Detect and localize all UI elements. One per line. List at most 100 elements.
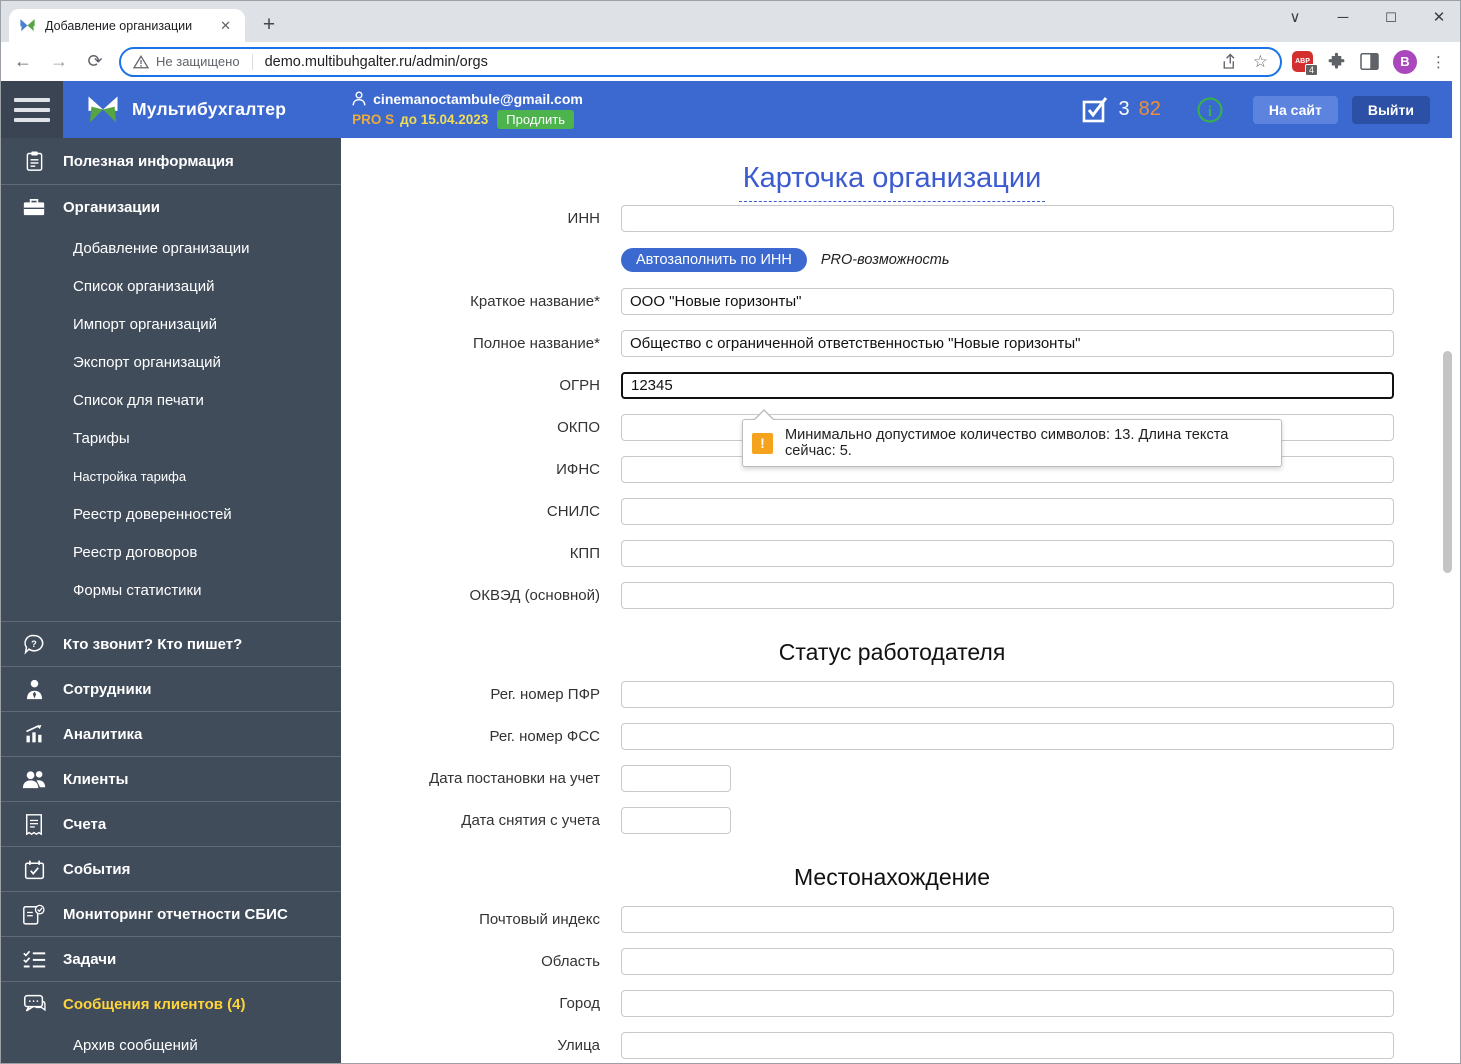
sidebar-item-tasks[interactable]: Задачи (1, 937, 341, 981)
sidebar-item-tariff-settings[interactable]: Настройка тарифа (1, 457, 341, 495)
sidebar-item-events[interactable]: События (1, 847, 341, 891)
sidebar-item-statistics-forms[interactable]: Формы статистики (1, 571, 341, 609)
postal-code-input[interactable] (621, 906, 1394, 933)
full-name-input[interactable] (621, 330, 1394, 357)
user-icon (352, 91, 366, 106)
tasks-pending-count[interactable]: 82 (1139, 98, 1161, 121)
sidebar-item-organization-list[interactable]: Список организаций (1, 267, 341, 305)
sidebar-item-add-organization[interactable]: Добавление организации (1, 229, 341, 267)
browser-tab[interactable]: Добавление организации ✕ (9, 9, 245, 42)
sidebar-item-poa-registry[interactable]: Реестр доверенностей (1, 495, 341, 533)
bookmark-star-icon[interactable]: ☆ (1253, 52, 1268, 72)
back-icon[interactable]: ← (9, 51, 37, 72)
field-label-fss: Рег. номер ФСС (489, 728, 600, 745)
tab-close-icon[interactable]: ✕ (216, 16, 235, 36)
butterfly-logo-icon (85, 95, 121, 124)
field-label-snils: СНИЛС (546, 503, 600, 520)
tasks-checkbox-icon[interactable] (1082, 95, 1109, 124)
window-maximize-icon[interactable]: ☐ (1380, 3, 1402, 33)
validation-message: Минимально допустимое количество символо… (785, 427, 1229, 459)
extensions-puzzle-icon[interactable] (1327, 52, 1346, 71)
sidebar-item-employees[interactable]: Сотрудники (1, 667, 341, 711)
brand-name: Мультибухгалтер (132, 99, 287, 119)
not-secure-icon[interactable] (133, 54, 149, 69)
field-label-deregistration-date: Дата снятия с учета (461, 812, 600, 829)
page-scrollbar (1443, 138, 1452, 1063)
sidebar-item-print-list[interactable]: Список для печати (1, 381, 341, 419)
side-panel-icon[interactable] (1360, 53, 1379, 70)
scrollbar-thumb[interactable] (1443, 351, 1452, 573)
share-icon[interactable] (1220, 53, 1239, 71)
pfr-reg-input[interactable] (621, 681, 1394, 708)
autofill-by-inn-button[interactable]: Автозаполнить по ИНН (621, 247, 807, 272)
hamburger-menu-icon[interactable] (1, 81, 63, 138)
renew-button[interactable]: Продлить (497, 109, 574, 129)
sidebar-item-organizations[interactable]: Организации (1, 185, 341, 229)
sidebar-item-sbis-monitoring[interactable]: Мониторинг отчетности СБИС (1, 892, 341, 936)
sidebar-item-message-archive[interactable]: Архив сообщений (1, 1026, 341, 1063)
chart-icon (22, 724, 46, 744)
adblock-icon[interactable]: ABP 4 (1292, 51, 1318, 76)
sidebar-item-useful-info[interactable]: Полезная информация (1, 138, 341, 184)
plan-expiry: до 15.04.2023 (400, 111, 489, 127)
validation-tooltip: ! Минимально допустимое количество симво… (742, 409, 1282, 467)
svg-text:i: i (1208, 104, 1212, 120)
reload-icon[interactable]: ⟳ (81, 51, 109, 72)
profile-avatar[interactable]: B (1393, 49, 1417, 74)
street-input[interactable] (621, 1032, 1394, 1059)
sidebar-item-contracts-registry[interactable]: Реестр договоров (1, 533, 341, 571)
new-tab-button[interactable]: + (255, 11, 283, 39)
url-text[interactable]: demo.multibuhgalter.ru/admin/orgs (265, 54, 1206, 70)
to-site-button[interactable]: На сайт (1252, 95, 1338, 124)
field-label-ogrn: ОГРН (559, 377, 600, 394)
people-icon (22, 770, 46, 789)
registration-date-input[interactable] (621, 765, 731, 792)
sidebar-item-clients[interactable]: Клиенты (1, 757, 341, 801)
browser-toolbar: ← → ⟳ Не защищено demo.multibuhgalter.ru… (1, 42, 1460, 81)
favicon-butterfly-icon (19, 18, 36, 33)
report-check-icon (22, 904, 46, 925)
okved-input[interactable] (621, 582, 1394, 609)
account-email[interactable]: cinemanoctambule@gmail.com (352, 91, 583, 107)
app-header: Мультибухгалтер cinemanoctambule@gmail.c… (63, 81, 1452, 138)
question-bubble-icon: ? (22, 634, 46, 655)
short-name-input[interactable] (621, 288, 1394, 315)
sidebar-item-import-organizations[interactable]: Импорт организаций (1, 305, 341, 343)
logout-button[interactable]: Выйти (1351, 95, 1430, 124)
sidebar-item-tariffs[interactable]: Тарифы (1, 419, 341, 457)
sidebar-item-analytics[interactable]: Аналитика (1, 712, 341, 756)
kpp-input[interactable] (621, 540, 1394, 567)
person-icon (22, 679, 46, 700)
page-title: Карточка организации (738, 162, 1046, 202)
window-chevron-icon[interactable]: ∨ (1284, 3, 1306, 33)
clipboard-icon (22, 150, 46, 172)
section-heading-employer-status: Статус работодателя (778, 639, 1006, 665)
snils-input[interactable] (621, 498, 1394, 525)
region-input[interactable] (621, 948, 1394, 975)
field-label-city: Город (559, 995, 600, 1012)
browser-menu-kebab-icon[interactable]: ⋮ (1431, 53, 1446, 71)
info-icon[interactable]: i (1197, 97, 1223, 123)
forward-icon[interactable]: → (45, 51, 73, 72)
city-input[interactable] (621, 990, 1394, 1017)
calendar-icon (22, 859, 46, 880)
warning-exclamation-icon: ! (752, 432, 773, 454)
invoice-icon (22, 813, 46, 835)
field-label-pfr: Рег. номер ПФР (490, 686, 600, 703)
field-label-short-name: Краткое название* (470, 293, 600, 310)
sidebar-item-client-messages[interactable]: Сообщения клиентов (4) (1, 982, 341, 1026)
sidebar-item-export-organizations[interactable]: Экспорт организаций (1, 343, 341, 381)
tasks-done-count[interactable]: 3 (1118, 98, 1129, 121)
address-bar[interactable]: Не защищено demo.multibuhgalter.ru/admin… (119, 46, 1282, 77)
window-minimize-icon[interactable]: ─ (1332, 3, 1354, 33)
brand-logo[interactable]: Мультибухгалтер (85, 95, 286, 124)
field-label-ifns: ИФНС (556, 461, 600, 478)
sidebar-item-invoices[interactable]: Счета (1, 802, 341, 846)
omnibox-divider (251, 53, 253, 70)
inn-input[interactable] (621, 205, 1394, 232)
ogrn-input[interactable] (621, 372, 1394, 399)
deregistration-date-input[interactable] (621, 807, 731, 834)
sidebar-item-who-calls[interactable]: ? Кто звонит? Кто пишет? (1, 622, 341, 666)
fss-reg-input[interactable] (621, 723, 1394, 750)
window-close-icon[interactable]: ✕ (1428, 3, 1450, 33)
